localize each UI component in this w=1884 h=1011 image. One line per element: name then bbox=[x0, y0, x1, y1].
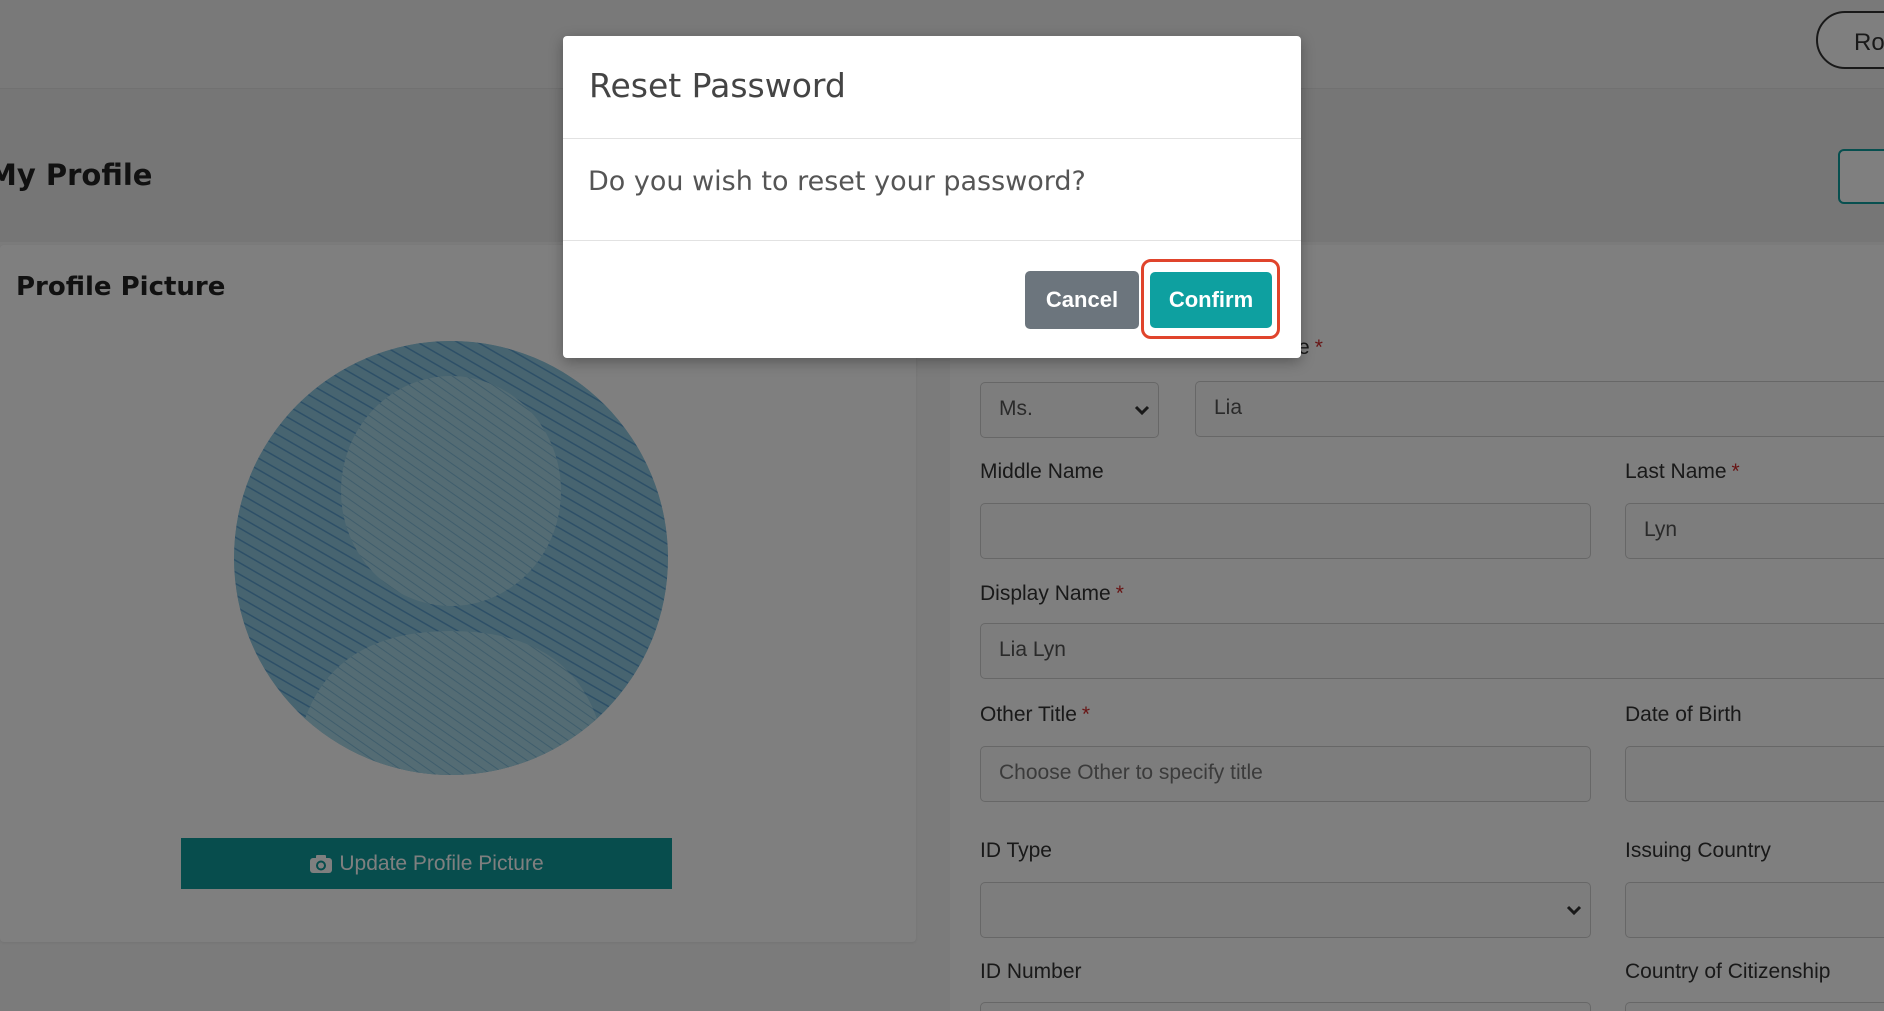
modal-title: Reset Password bbox=[589, 66, 846, 105]
cancel-button[interactable]: Cancel bbox=[1025, 271, 1139, 329]
modal-message: Do you wish to reset your password? bbox=[588, 166, 1086, 197]
modal-divider bbox=[563, 240, 1301, 241]
modal-divider bbox=[563, 138, 1301, 139]
confirm-button[interactable]: Confirm bbox=[1150, 272, 1272, 328]
reset-password-modal: Reset Password Do you wish to reset your… bbox=[563, 36, 1301, 358]
